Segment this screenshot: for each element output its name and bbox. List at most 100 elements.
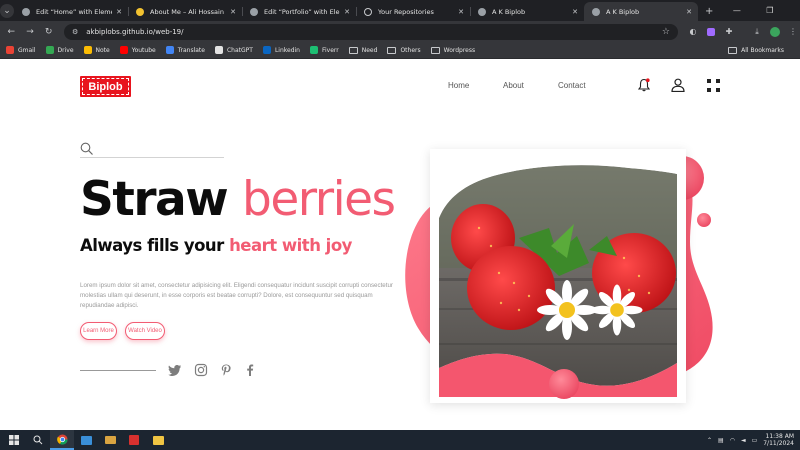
folder-icon — [728, 46, 738, 54]
extension-icon[interactable]: ◐ — [686, 25, 700, 39]
instagram-icon[interactable] — [194, 363, 208, 377]
social-divider — [80, 370, 156, 371]
search-input[interactable] — [98, 140, 218, 156]
bookmark-item[interactable]: Fiverr — [309, 46, 339, 54]
profile-avatar-icon[interactable] — [768, 25, 782, 39]
browser-tab[interactable]: About Me – Ali Hossain ✕ — [128, 2, 242, 21]
browser-tab[interactable]: A K Biplob ✕ — [584, 2, 698, 21]
tab-title: A K Biplob — [606, 7, 640, 16]
browser-tab[interactable]: Edit “Home” with Elementor ✕ — [14, 2, 128, 21]
watch-video-button[interactable]: Watch Video — [125, 322, 165, 340]
taskbar-app-icon[interactable] — [74, 430, 98, 450]
subhead-pink: heart with joy — [229, 236, 352, 255]
taskbar-search-icon[interactable] — [26, 430, 50, 450]
bookmark-label: Linkedin — [274, 46, 300, 54]
bookmark-item[interactable]: ChatGPT — [214, 46, 253, 54]
close-tab-icon[interactable]: ✕ — [458, 8, 464, 16]
nav-about-link[interactable]: About — [503, 81, 524, 90]
twitter-icon[interactable] — [168, 363, 182, 377]
bell-icon[interactable] — [638, 78, 650, 92]
pink-ball-small — [697, 213, 711, 227]
windows-start-icon[interactable] — [2, 430, 26, 450]
bookmark-label: Fiverr — [321, 46, 339, 54]
chevron-down-icon: ⌄ — [0, 3, 14, 18]
minimize-button[interactable]: — — [720, 0, 753, 21]
address-bar[interactable]: ⚙ akbiplobs.github.io/web-19/ ☆ — [63, 23, 678, 40]
extensions-puzzle-icon[interactable]: ✚ — [722, 25, 736, 39]
download-icon[interactable]: ⤓ — [750, 25, 764, 39]
tab-list: Edit “Home” with Elementor✕About Me – Al… — [14, 0, 698, 21]
bookmark-item[interactable]: Gmail — [6, 46, 36, 54]
close-tab-icon[interactable]: ✕ — [230, 8, 236, 16]
taskbar-file-explorer-icon[interactable] — [146, 430, 170, 450]
bookmark-item[interactable]: Wordpress — [430, 46, 475, 54]
bookmark-star-icon[interactable]: ☆ — [662, 27, 670, 37]
bookmark-item[interactable]: Linkedin — [262, 46, 300, 54]
close-window-button[interactable]: ✕ — [786, 0, 800, 21]
close-tab-icon[interactable]: ✕ — [116, 8, 122, 16]
folder-icon — [430, 46, 440, 54]
bookmark-item[interactable]: Note — [83, 46, 110, 54]
taskbar-chrome-icon[interactable] — [50, 430, 74, 450]
reload-button[interactable]: ↻ — [39, 27, 58, 37]
bookmark-item[interactable]: Need — [348, 46, 378, 54]
tray-app-icon[interactable]: ▤ — [718, 437, 724, 444]
close-tab-icon[interactable]: ✕ — [572, 8, 578, 16]
logo-text: Biplob — [82, 78, 129, 95]
tray-chevron-icon[interactable]: ⌃ — [707, 437, 712, 444]
grid-menu-icon[interactable] — [707, 79, 720, 92]
hero-subheadline: Always fills your heart with joy — [80, 236, 352, 255]
bookmark-label: Drive — [57, 46, 74, 54]
headline-dark: Straw — [80, 172, 242, 227]
bookmark-item[interactable]: Translate — [165, 46, 205, 54]
pinterest-icon[interactable] — [219, 363, 233, 377]
taskbar-app-icon-3[interactable] — [122, 430, 146, 450]
close-tab-icon[interactable]: ✕ — [344, 8, 350, 16]
search-icon[interactable] — [80, 142, 94, 156]
site-info-icon[interactable]: ⚙ — [72, 28, 78, 36]
learn-more-button[interactable]: Learn More — [80, 322, 117, 340]
extension-purple-icon[interactable] — [704, 25, 718, 39]
taskbar-app-icon-2[interactable] — [98, 430, 122, 450]
nav-home-link[interactable]: Home — [448, 81, 469, 90]
more-menu-icon[interactable]: ⋮ — [786, 25, 800, 39]
clock[interactable]: 11:38 AM 7/11/2024 — [763, 433, 794, 447]
battery-icon[interactable]: ▭ — [752, 437, 758, 444]
browser-tab[interactable]: Edit “Portfolio” with Elemen ✕ — [242, 2, 356, 21]
tab-title: About Me – Ali Hossain — [150, 7, 224, 16]
new-tab-button[interactable]: + — [698, 2, 720, 21]
hero-description: Lorem ipsum dolor sit amet, consectetur … — [80, 282, 393, 309]
site-logo[interactable]: Biplob — [80, 76, 131, 97]
volume-icon[interactable]: ◄ — [741, 437, 746, 444]
tab-search-button[interactable]: ⌄ — [0, 0, 14, 21]
browser-tab-strip: ⌄ Edit “Home” with Elementor✕About Me – … — [0, 0, 800, 21]
strawberry-photo — [439, 158, 677, 397]
forward-button[interactable]: → — [21, 27, 40, 37]
maximize-button[interactable]: ❐ — [753, 0, 786, 21]
facebook-icon[interactable] — [243, 363, 257, 377]
close-tab-icon[interactable]: ✕ — [686, 8, 692, 16]
all-bookmarks-button[interactable]: All Bookmarks — [728, 46, 790, 54]
translate-icon — [165, 46, 174, 54]
windows-taskbar: ⌃ ▤ ◠ ◄ ▭ 11:38 AM 7/11/2024 — [0, 430, 800, 450]
wifi-icon[interactable]: ◠ — [730, 437, 735, 444]
browser-tab[interactable]: A K Biplob ✕ — [470, 2, 584, 21]
window-controls: — ❐ ✕ — [720, 0, 800, 21]
bookmarks-bar: Gmail Drive Note Youtube Translate ChatGPT Lin… — [0, 42, 800, 59]
note-icon — [83, 46, 92, 54]
browser-tab[interactable]: Your Repositories ✕ — [356, 2, 470, 21]
bookmark-item[interactable]: Drive — [45, 46, 74, 54]
back-button[interactable]: ← — [2, 27, 21, 37]
folder-icon — [348, 46, 358, 54]
user-icon[interactable] — [671, 78, 685, 92]
nav-contact-link[interactable]: Contact — [558, 81, 586, 90]
bookmark-item[interactable]: Youtube — [119, 46, 156, 54]
bookmark-label: Need — [361, 46, 378, 54]
bookmark-item[interactable]: Others — [387, 46, 421, 54]
system-tray: ⌃ ▤ ◠ ◄ ▭ 11:38 AM 7/11/2024 — [707, 433, 800, 447]
bookmark-label: ChatGPT — [226, 46, 253, 54]
bookmark-label: Translate — [177, 46, 205, 54]
clock-date: 7/11/2024 — [763, 440, 794, 447]
headline-pink: berries — [242, 172, 396, 227]
tab-title: Edit “Home” with Elementor — [36, 7, 112, 16]
